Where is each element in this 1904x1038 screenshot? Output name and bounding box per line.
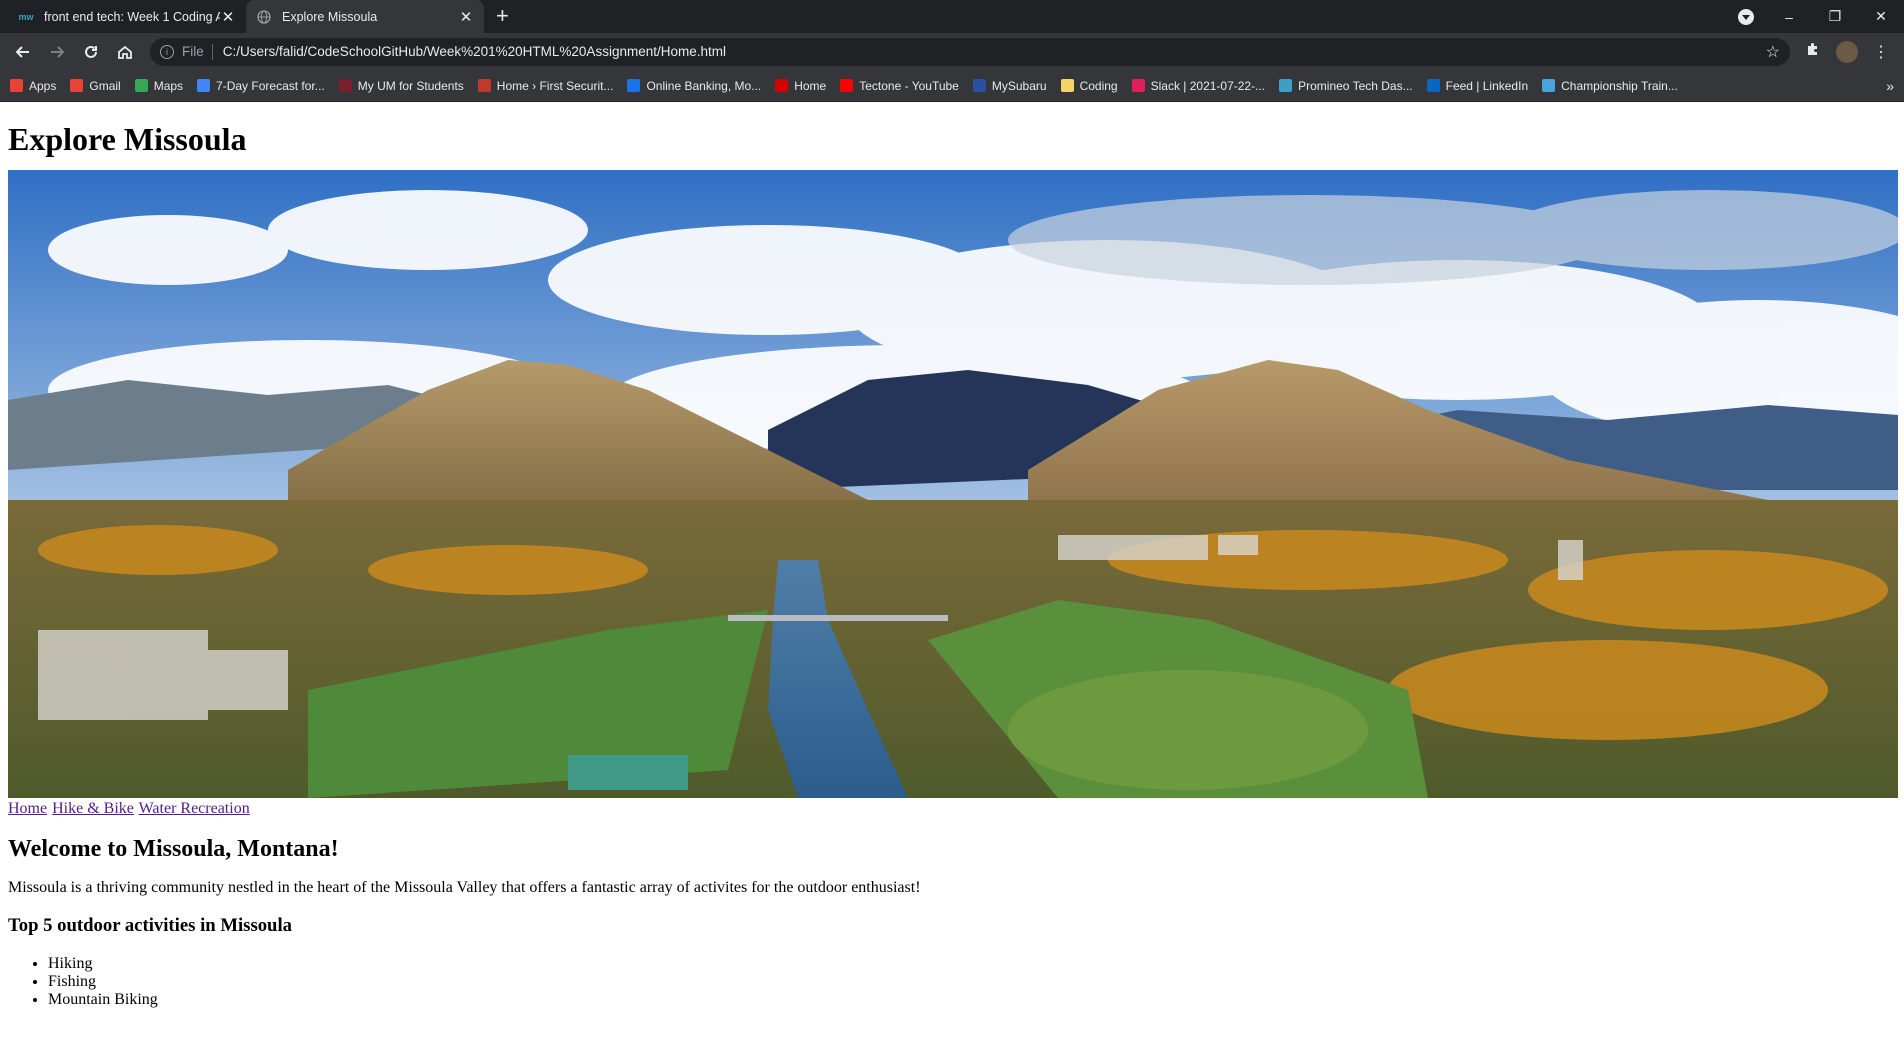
list-item: Mountain Biking	[48, 991, 1896, 1009]
bank-icon	[477, 79, 491, 92]
home-icon[interactable]	[110, 37, 140, 67]
window-controls: – ❐ ✕	[1738, 0, 1904, 33]
missoula-hero-image	[8, 170, 1898, 798]
tab-strip: mw front end tech: Week 1 Coding A ✕ Exp…	[0, 0, 1904, 33]
bookmark-label: My UM for Students	[357, 78, 464, 93]
bookmark-label: Apps	[29, 78, 57, 93]
reload-icon[interactable]	[76, 37, 106, 67]
globe-icon	[256, 9, 272, 25]
bookmark-label: Tectone - YouTube	[859, 78, 959, 93]
back-arrow-icon[interactable]	[8, 37, 38, 67]
bookmarks-bar: Apps Gmail Maps 7-Day Forecast for... My UM …	[0, 70, 1904, 102]
forward-arrow-icon[interactable]	[42, 37, 72, 67]
bookmark-item[interactable]: Championship Train...	[1542, 79, 1678, 93]
bookmark-item[interactable]: Slack | 2021-07-22-...	[1131, 78, 1266, 93]
tab-explore-missoula[interactable]: Explore Missoula ✕	[246, 0, 484, 33]
bookmark-label: Online Banking, Mo...	[646, 78, 762, 93]
nav-link-home[interactable]: Home	[8, 800, 47, 817]
apps-grid-icon	[10, 79, 23, 92]
bookmark-item[interactable]: Feed | LinkedIn	[1426, 78, 1529, 93]
close-window-button[interactable]: ✕	[1858, 8, 1904, 25]
linkedin-icon	[1426, 79, 1440, 92]
minimize-button[interactable]: –	[1766, 9, 1812, 25]
maps-pin-icon	[134, 79, 148, 92]
citi-icon	[627, 79, 641, 92]
new-tab-button[interactable]: +	[496, 0, 509, 33]
url-scheme: File	[182, 44, 204, 59]
bookmark-item[interactable]: My UM for Students	[338, 78, 464, 93]
promineo-icon	[1279, 79, 1293, 92]
nav-link-water-recreation[interactable]: Water Recreation	[139, 800, 250, 817]
bookmark-item[interactable]: Online Banking, Mo...	[627, 79, 761, 93]
activities-heading: Top 5 outdoor activities in Missoula	[8, 915, 292, 936]
intro-paragraph: Missoula is a thriving community nestled…	[8, 879, 921, 896]
more-bookmarks-icon[interactable]: »	[1886, 78, 1894, 94]
bookmark-item[interactable]: 7-Day Forecast for...	[197, 79, 325, 93]
restore-button[interactable]: ❐	[1812, 8, 1858, 25]
youtube-icon	[840, 79, 854, 92]
close-icon[interactable]: ✕	[458, 8, 474, 26]
list-item: Hiking	[48, 955, 1896, 973]
nav-link-hike-bike[interactable]: Hike & Bike	[52, 800, 134, 817]
folder-icon	[1060, 79, 1074, 92]
promineo-icon: mw	[18, 11, 34, 22]
page-title: Explore Missoula	[8, 121, 247, 157]
tab-search-icon[interactable]	[1738, 8, 1754, 25]
activities-list: Hiking Fishing Mountain Biking	[8, 955, 1896, 1009]
address-bar[interactable]: i File C:/Users/falid/CodeSchoolGitHub/W…	[150, 37, 1790, 66]
subaru-icon	[972, 79, 986, 92]
site-nav: Home Hike & Bike Water Recreation	[8, 800, 1896, 818]
close-icon[interactable]: ✕	[220, 8, 236, 26]
bookmark-item[interactable]: Apps	[10, 79, 56, 93]
tab-title: front end tech: Week 1 Coding A	[44, 9, 220, 24]
bookmark-item[interactable]: Coding	[1060, 78, 1118, 93]
bookmark-label: MySubaru	[991, 78, 1047, 93]
bookmark-label: Gmail	[89, 78, 121, 93]
bookmark-item[interactable]: Tectone - YouTube	[840, 79, 959, 93]
bookmark-label: 7-Day Forecast for...	[216, 78, 325, 93]
bookmark-label: Coding	[1079, 78, 1118, 93]
bookmark-label: Home › First Securit...	[496, 78, 614, 93]
bookmark-item[interactable]: Gmail	[70, 78, 121, 93]
bookmark-item[interactable]: Home	[775, 79, 826, 93]
bookmark-label: Promineo Tech Das...	[1298, 78, 1413, 93]
bookmark-label: Feed | LinkedIn	[1445, 78, 1529, 93]
info-icon[interactable]: i	[160, 44, 174, 59]
bookmark-label: Maps	[153, 78, 184, 93]
url-text[interactable]: C:/Users/falid/CodeSchoolGitHub/Week%201…	[223, 44, 1766, 59]
weather-icon	[197, 79, 211, 92]
tab-week1-coding[interactable]: mw front end tech: Week 1 Coding A ✕	[8, 0, 246, 33]
profile-avatar[interactable]	[1836, 40, 1858, 63]
bookmark-label: Home	[794, 78, 827, 93]
welcome-heading: Welcome to Missoula, Montana!	[8, 836, 339, 862]
list-item: Fishing	[48, 973, 1896, 991]
um-icon	[338, 79, 352, 92]
bookmark-item[interactable]: Maps	[134, 78, 184, 93]
menu-kebab-icon[interactable]: ⋮	[1866, 42, 1896, 62]
bookmark-item[interactable]: Home › First Securit...	[477, 78, 614, 93]
tab-title: Explore Missoula	[282, 9, 378, 24]
browser-toolbar: i File C:/Users/falid/CodeSchoolGitHub/W…	[0, 33, 1904, 70]
page-content: Explore Missoula Home Hike & Bike Water …	[0, 121, 1904, 1009]
training-icon	[1542, 79, 1556, 92]
flag-icon	[775, 79, 789, 92]
slack-icon	[1131, 79, 1145, 92]
bookmark-item[interactable]: MySubaru	[972, 78, 1047, 93]
bookmark-star-icon[interactable]: ☆	[1766, 42, 1780, 62]
bookmark-label: Championship Train...	[1561, 78, 1678, 93]
bookmark-label: Slack | 2021-07-22-...	[1150, 78, 1266, 93]
divider	[211, 43, 213, 60]
gmail-icon	[70, 79, 84, 92]
extensions-puzzle-icon[interactable]	[1798, 41, 1828, 62]
bookmark-item[interactable]: Promineo Tech Das...	[1279, 79, 1413, 93]
